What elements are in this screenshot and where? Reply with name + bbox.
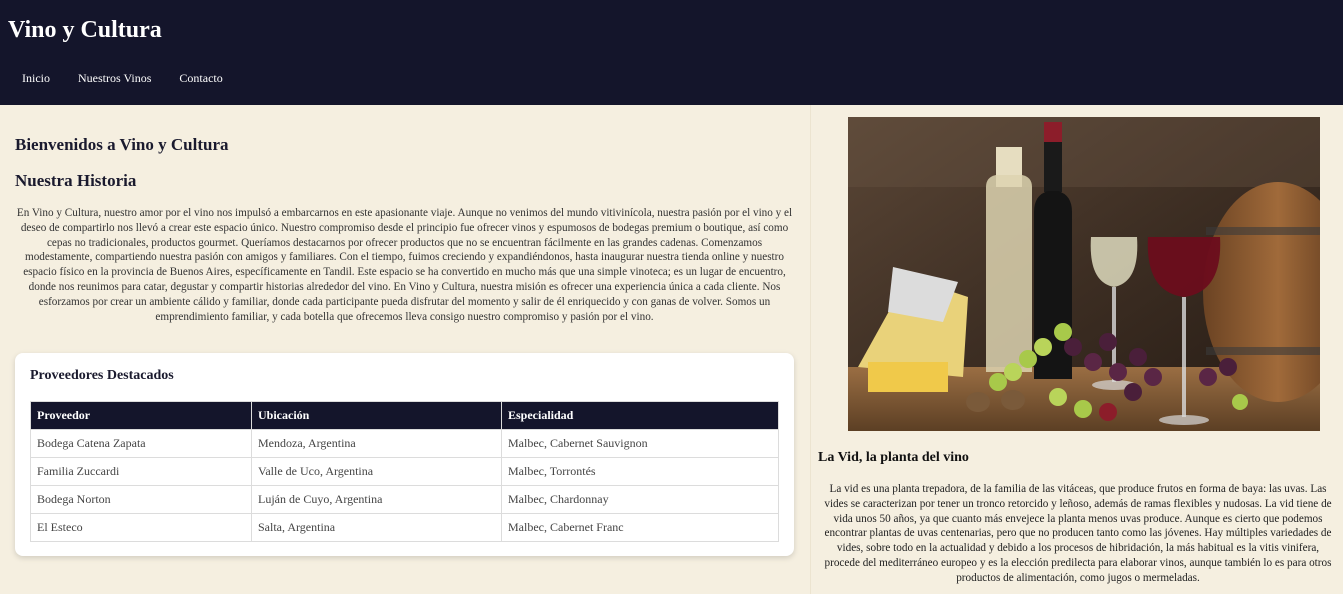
table-cell: Malbec, Cabernet Sauvignon <box>501 429 779 458</box>
table-cell: Familia Zuccardi <box>30 457 252 486</box>
column-header-especialidad: Especialidad <box>501 401 779 430</box>
table-row: El Esteco Salta, Argentina Malbec, Caber… <box>30 513 779 542</box>
column-header-ubicacion: Ubicación <box>251 401 502 430</box>
column-header-proveedor: Proveedor <box>30 401 252 430</box>
main-nav: Inicio Nuestros Vinos Contacto <box>8 69 237 87</box>
table-cell: Malbec, Cabernet Franc <box>501 513 779 542</box>
table-cell: Salta, Argentina <box>251 513 502 542</box>
site-title: Vino y Cultura <box>8 17 162 43</box>
table-cell: Luján de Cuyo, Argentina <box>251 485 502 514</box>
vid-heading: La Vid, la planta del vino <box>818 450 969 465</box>
table-row: Bodega Norton Luján de Cuyo, Argentina M… <box>30 485 779 514</box>
welcome-heading: Bienvenidos a Vino y Cultura <box>15 135 229 154</box>
site-header: Vino y Cultura Inicio Nuestros Vinos Con… <box>0 0 1343 105</box>
table-cell: Bodega Norton <box>30 485 252 514</box>
table-cell: Bodega Catena Zapata <box>30 429 252 458</box>
main-content: Bienvenidos a Vino y Cultura Nuestra His… <box>0 105 809 594</box>
table-header-row: Proveedor Ubicación Especialidad <box>30 401 779 430</box>
history-heading: Nuestra Historia <box>15 171 137 190</box>
wine-photo <box>848 117 1320 431</box>
table-cell: Mendoza, Argentina <box>251 429 502 458</box>
nav-item-nuestros-vinos[interactable]: Nuestros Vinos <box>64 69 165 87</box>
table-cell: El Esteco <box>30 513 252 542</box>
table-row: Familia Zuccardi Valle de Uco, Argentina… <box>30 457 779 486</box>
table-cell: Valle de Uco, Argentina <box>251 457 502 486</box>
table-cell: Malbec, Torrontés <box>501 457 779 486</box>
sidebar: La Vid, la planta del vino La vid es una… <box>810 105 1343 594</box>
table-row: Bodega Catena Zapata Mendoza, Argentina … <box>30 429 779 458</box>
providers-card: Proveedores Destacados Proveedor Ubicaci… <box>15 353 794 556</box>
providers-title: Proveedores Destacados <box>30 368 174 383</box>
history-text: En Vino y Cultura, nuestro amor por el v… <box>16 207 793 323</box>
providers-table: Proveedor Ubicación Especialidad Bodega … <box>30 401 779 542</box>
vid-text: La vid es una planta trepadora, de la fa… <box>824 483 1332 584</box>
table-cell: Malbec, Chardonnay <box>501 485 779 514</box>
nav-item-inicio[interactable]: Inicio <box>8 69 64 87</box>
nav-item-contacto[interactable]: Contacto <box>165 69 236 87</box>
